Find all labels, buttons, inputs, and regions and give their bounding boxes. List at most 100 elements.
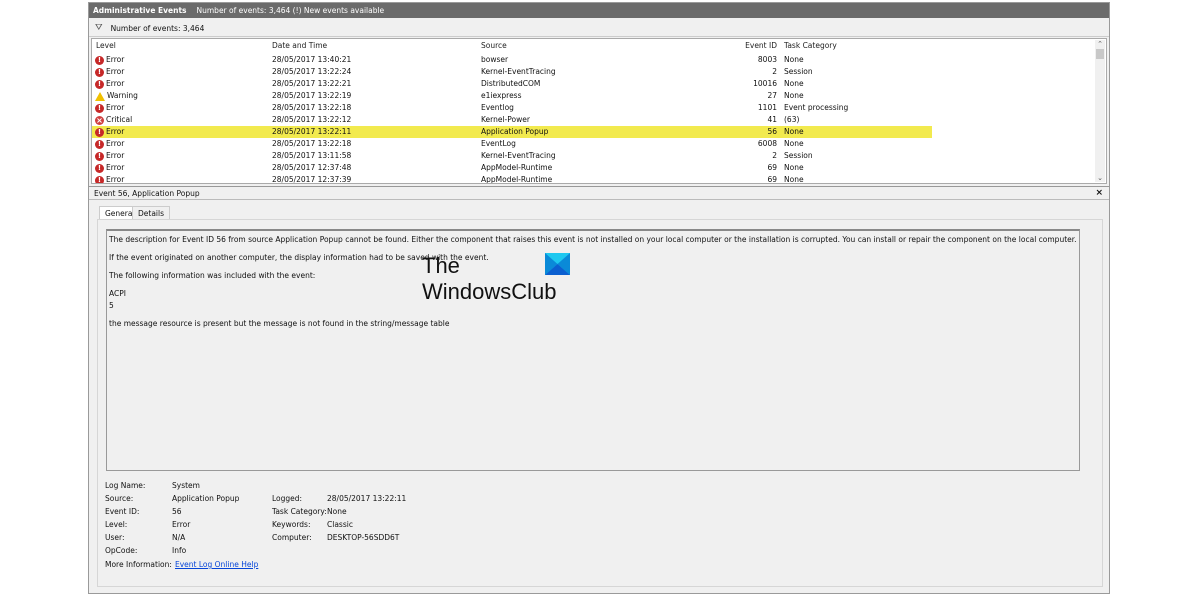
level-cell: Warning xyxy=(107,91,138,100)
source-cell: Kernel-EventTracing xyxy=(481,151,556,160)
level-cell: Error xyxy=(106,127,125,136)
date-cell: 28/05/2017 13:40:21 xyxy=(272,55,352,64)
critical-icon: × xyxy=(95,115,104,125)
error-icon: ! xyxy=(95,151,104,161)
table-row[interactable]: ! Error 28/05/2017 13:22:21 DistributedCOM 1… xyxy=(92,78,1096,90)
table-row[interactable]: ! Error 28/05/2017 13:22:24 Kernel-EventTra… xyxy=(92,66,1096,78)
logged-value[interactable]: 28/05/2017 13:22:11 xyxy=(327,494,406,503)
column-header-source[interactable]: Source xyxy=(481,41,507,53)
source-cell: bowser xyxy=(481,55,509,64)
error-icon: ! xyxy=(95,127,104,137)
table-row[interactable]: ! Error 28/05/2017 13:22:18 EventLog 6008 Non… xyxy=(92,138,1096,150)
filter-bar: ⛛ Number of events: 3,464 xyxy=(89,20,1109,37)
task-category-cell: Session xyxy=(784,151,813,160)
error-icon: ! xyxy=(95,79,104,89)
logged-label: Logged: xyxy=(272,494,303,503)
warning-icon xyxy=(95,91,105,101)
source-cell: Kernel-EventTracing xyxy=(481,67,556,76)
event-id-cell: 1101 xyxy=(757,103,777,112)
close-icon[interactable]: × xyxy=(1095,188,1103,198)
level-cell: Error xyxy=(106,175,125,184)
date-cell: 28/05/2017 13:22:19 xyxy=(272,91,352,100)
table-row-selected[interactable]: ! Error 28/05/2017 13:22:11 Application Pop… xyxy=(92,126,932,138)
scroll-up-icon[interactable]: ⌃ xyxy=(1095,40,1105,48)
column-header-task-category[interactable]: Task Category xyxy=(784,41,837,53)
description-line: ACPI xyxy=(109,289,126,298)
keywords-value[interactable]: Classic xyxy=(327,520,353,529)
event-count: Number of events: 3,464 xyxy=(110,23,205,33)
computer-label: Computer: xyxy=(272,533,312,542)
watermark-line1: The xyxy=(422,253,460,278)
user-value[interactable]: N/A xyxy=(172,533,185,542)
task-category-cell: (63) xyxy=(784,115,800,124)
log-name-value[interactable]: System xyxy=(172,481,200,490)
event-id-cell: 27 xyxy=(767,91,777,100)
source-label: Source: xyxy=(105,494,134,503)
description-line: 5 xyxy=(109,301,114,310)
filter-icon[interactable]: ⛛ xyxy=(95,23,103,33)
date-cell: 28/05/2017 13:22:21 xyxy=(272,79,352,88)
task-category-cell: None xyxy=(784,127,804,136)
error-icon: ! xyxy=(95,55,104,65)
level-cell: Error xyxy=(106,151,125,160)
scroll-down-icon[interactable]: ⌄ xyxy=(1095,174,1105,182)
table-row[interactable]: ! Error 28/05/2017 13:40:21 bowser 8003 None xyxy=(92,54,1096,66)
table-row[interactable]: Warning 28/05/2017 13:22:19 e1iexpress 27 No… xyxy=(92,90,1096,102)
date-cell: 28/05/2017 13:11:58 xyxy=(272,151,352,160)
level-cell: Error xyxy=(106,103,125,112)
table-scrollbar[interactable]: ⌃ ⌄ xyxy=(1095,40,1105,182)
error-icon: ! xyxy=(95,175,104,183)
date-cell: 28/05/2017 12:37:39 xyxy=(272,175,352,184)
event-id-cell: 10016 xyxy=(753,79,777,88)
opcode-value[interactable]: Info xyxy=(172,546,186,555)
source-value[interactable]: Application Popup xyxy=(172,494,239,503)
event-id-cell: 69 xyxy=(767,175,777,184)
event-id-label: Event ID: xyxy=(105,507,140,516)
task-category-cell: None xyxy=(784,55,804,64)
task-category-cell: None xyxy=(784,163,804,172)
panel-title: Administrative Events xyxy=(93,6,187,15)
event-description[interactable]: The description for Event ID 56 from sou… xyxy=(106,229,1080,471)
table-row[interactable]: ! Error 28/05/2017 13:22:18 Eventlog 1101 Eve… xyxy=(92,102,1096,114)
source-cell: Eventlog xyxy=(481,103,514,112)
event-id-cell: 41 xyxy=(767,115,777,124)
event-id-cell: 8003 xyxy=(757,55,777,64)
task-category-cell: Session xyxy=(784,67,813,76)
column-header-date[interactable]: Date and Time xyxy=(272,41,327,53)
user-label: User: xyxy=(105,533,125,542)
watermark-logo: The WindowsClub xyxy=(422,253,570,305)
table-row[interactable]: ! Error 28/05/2017 12:37:48 AppModel-Runtim… xyxy=(92,162,1096,174)
computer-value[interactable]: DESKTOP-56SDD6T xyxy=(327,533,399,542)
description-line: The description for Event ID 56 from sou… xyxy=(109,235,1077,244)
task-category-cell: None xyxy=(784,79,804,88)
level-label: Level: xyxy=(105,520,128,529)
windows-logo-icon xyxy=(545,253,570,275)
panel-title-bar: Administrative Events Number of events: 3… xyxy=(89,3,1109,18)
column-header-level[interactable]: Level xyxy=(96,41,116,53)
event-log-help-link[interactable]: Event Log Online Help xyxy=(175,560,258,569)
source-cell: EventLog xyxy=(481,139,516,148)
level-cell: Error xyxy=(106,163,125,172)
error-icon: ! xyxy=(95,67,104,77)
error-icon: ! xyxy=(95,163,104,173)
level-cell: Error xyxy=(106,67,125,76)
date-cell: 28/05/2017 13:22:11 xyxy=(272,127,352,136)
source-cell: Kernel-Power xyxy=(481,115,530,124)
description-line: the message resource is present but the … xyxy=(109,319,450,328)
table-row[interactable]: × Critical 28/05/2017 13:22:12 Kernel-Power… xyxy=(92,114,1096,126)
task-category-value[interactable]: None xyxy=(327,507,347,516)
level-value[interactable]: Error xyxy=(172,520,190,529)
table-row[interactable]: ! Error 28/05/2017 13:11:58 Kernel-EventTra… xyxy=(92,150,1096,162)
table-row[interactable]: ! Error 28/05/2017 12:37:39 AppModel-Runtim… xyxy=(92,174,1096,184)
tab-details[interactable]: Details xyxy=(132,206,171,220)
error-icon: ! xyxy=(95,139,104,149)
description-line: The following information was included w… xyxy=(109,271,316,280)
scroll-thumb[interactable] xyxy=(1096,49,1104,59)
date-cell: 28/05/2017 13:22:24 xyxy=(272,67,352,76)
opcode-label: OpCode: xyxy=(105,546,138,555)
task-category-cell: None xyxy=(784,139,804,148)
column-header-event-id[interactable]: Event ID xyxy=(732,41,777,53)
event-id-value[interactable]: 56 xyxy=(172,507,182,516)
event-id-cell: 2 xyxy=(772,67,777,76)
level-cell: Error xyxy=(106,139,125,148)
